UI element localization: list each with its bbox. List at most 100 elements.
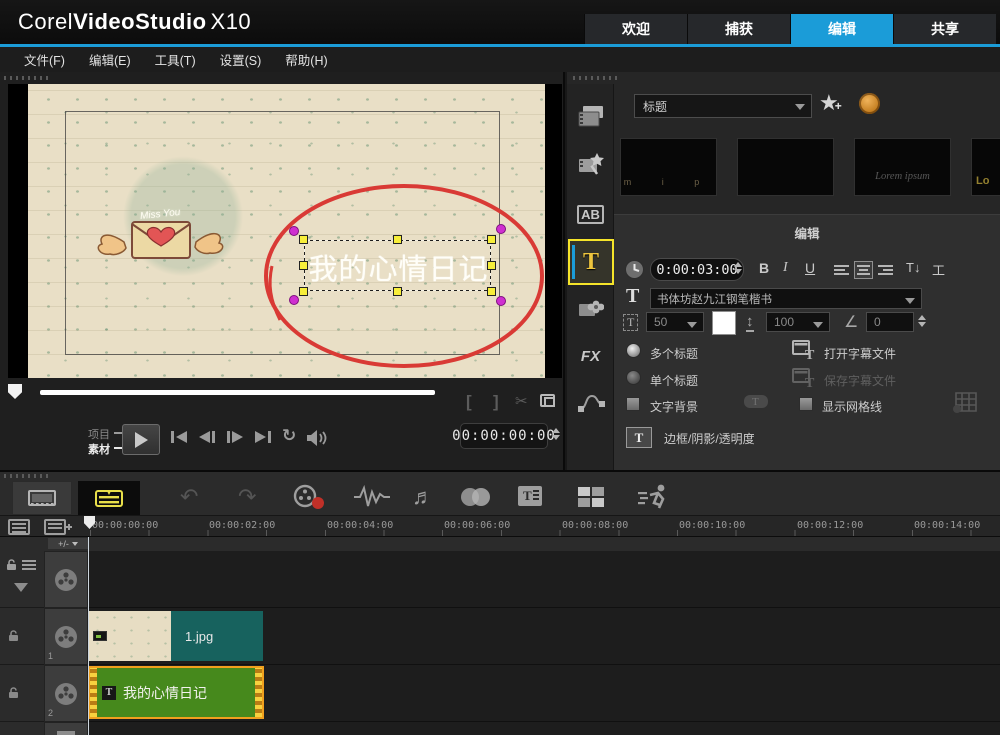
previous-frame-button[interactable] [196, 429, 218, 445]
text-backdrop-checkbox[interactable] [626, 397, 640, 411]
overlay-1-lane[interactable]: 1.jpg [88, 608, 1000, 665]
preview-title-text[interactable]: 我的心情日记 [306, 246, 491, 288]
lock-icon[interactable] [8, 630, 19, 642]
trim-handle-right[interactable] [255, 668, 262, 717]
overlay-2-header[interactable]: 2 [44, 665, 88, 722]
go-to-start-button[interactable] [168, 429, 190, 445]
panel-grip[interactable] [4, 474, 50, 478]
timecode-spinner[interactable] [552, 428, 560, 440]
tab-edit[interactable]: 编辑 [790, 14, 893, 44]
open-subtitle-icon[interactable]: T [792, 339, 818, 361]
scrubber-track[interactable] [40, 390, 435, 395]
single-title-label[interactable]: 单个标题 [650, 372, 698, 389]
align-center-button[interactable] [854, 261, 873, 279]
track-zoom-chip[interactable]: +/- [48, 538, 88, 549]
repeat-button[interactable]: ↻ [282, 426, 296, 446]
record-capture-icon[interactable] [292, 484, 326, 510]
track-manager-icon[interactable] [8, 518, 36, 536]
angle-spinner[interactable] [918, 315, 926, 327]
vertical-text-button[interactable]: T↓ [906, 260, 920, 275]
mark-out-button[interactable]: ] [493, 392, 499, 412]
overlay-effects-icon[interactable] [458, 486, 494, 508]
font-color-swatch[interactable] [712, 311, 736, 335]
add-track-icon[interactable] [44, 518, 72, 536]
mode-clip-label[interactable]: 素材 [88, 441, 110, 457]
resize-handle[interactable] [487, 235, 496, 244]
filter-category-icon[interactable]: FX [567, 338, 614, 374]
open-subtitle-label[interactable]: 打开字幕文件 [824, 345, 896, 362]
trim-handle-left[interactable] [90, 668, 97, 717]
menu-edit[interactable]: 编辑(E) [89, 50, 131, 69]
title-template-thumb-2[interactable] [737, 138, 834, 196]
volume-button[interactable] [306, 429, 330, 447]
media-category-icon[interactable] [567, 98, 614, 134]
rotate-handle[interactable] [496, 296, 506, 306]
resize-handle[interactable] [299, 261, 308, 270]
partial-track-lane[interactable] [88, 722, 1000, 735]
bold-button[interactable]: B [759, 260, 769, 276]
overlay-1-header[interactable]: 1 [44, 608, 88, 665]
split-clip-icon[interactable]: ✂ [515, 392, 528, 410]
multiple-titles-label[interactable]: 多个标题 [650, 345, 698, 362]
rotate-handle[interactable] [289, 295, 299, 305]
track-list-icon[interactable] [22, 559, 36, 571]
text-direction-button[interactable]: 工 [932, 260, 945, 279]
filter-gallery-icon[interactable] [859, 93, 880, 114]
line-spacing-dropdown[interactable]: 100 [766, 312, 830, 332]
font-size-dropdown[interactable]: 50 [646, 312, 704, 332]
title-clip-selected[interactable]: T 我的心情日记 [88, 666, 264, 719]
duration-field[interactable]: 0:00:03:00 [650, 258, 744, 281]
align-right-button[interactable] [876, 261, 895, 279]
font-family-dropdown[interactable]: 书体坊赵九江钢笔楷书 [650, 288, 922, 309]
mode-project-label[interactable]: 项目 [88, 426, 110, 442]
menu-file[interactable]: 文件(F) [24, 50, 65, 69]
title-template-thumb-3[interactable]: Lorem ipsum [854, 138, 951, 196]
storyboard-view-button[interactable] [12, 481, 72, 515]
italic-button[interactable]: I [783, 260, 788, 276]
instant-project-icon[interactable] [567, 146, 614, 182]
menu-tools[interactable]: 工具(T) [155, 50, 196, 69]
next-frame-button[interactable] [224, 429, 246, 445]
menu-help[interactable]: 帮助(H) [285, 50, 327, 69]
add-to-favorites-icon[interactable]: ★+ [819, 90, 842, 116]
single-title-radio[interactable] [626, 370, 641, 385]
subtitle-editor-icon[interactable]: T [516, 484, 546, 510]
underline-button[interactable]: U [805, 260, 815, 276]
overlay-2-lane[interactable]: T 我的心情日记 [88, 665, 1000, 722]
collapse-tracks-icon[interactable] [14, 583, 28, 592]
motion-path-category-icon[interactable] [567, 384, 614, 420]
split-screen-template-icon[interactable] [576, 485, 606, 509]
title-template-thumb-1[interactable]: m i p [620, 138, 717, 196]
video-track-lane[interactable] [88, 551, 1000, 608]
resize-handle[interactable] [487, 261, 496, 270]
auto-music-icon[interactable]: ♬ [412, 484, 434, 510]
mark-in-button[interactable]: [ [466, 392, 472, 412]
multiple-titles-radio[interactable] [626, 343, 641, 358]
scrubber-marker[interactable] [8, 384, 22, 399]
text-backdrop-label[interactable]: 文字背景 [650, 398, 698, 415]
enlarge-preview-icon[interactable] [540, 394, 555, 407]
lock-icon[interactable] [6, 559, 17, 571]
sound-mixer-icon[interactable] [352, 484, 392, 510]
image-clip-1jpg[interactable]: 1.jpg [89, 611, 263, 661]
tab-welcome[interactable]: 欢迎 [584, 14, 687, 44]
resize-handle[interactable] [299, 235, 308, 244]
go-to-end-button[interactable] [252, 429, 274, 445]
tab-share[interactable]: 共享 [893, 14, 996, 44]
resize-handle[interactable] [393, 287, 402, 296]
align-left-button[interactable] [832, 261, 851, 279]
gallery-dropdown[interactable]: 标题 [634, 94, 812, 118]
show-grid-checkbox[interactable] [799, 397, 813, 411]
lock-icon[interactable] [8, 687, 19, 699]
timeline-ruler[interactable]: 00:00:00:00 00:00:02:00 00:00:04:00 00:0… [0, 515, 1000, 537]
play-button[interactable] [122, 424, 160, 455]
duration-spinner[interactable] [734, 262, 742, 274]
resize-handle[interactable] [393, 235, 402, 244]
transition-category-icon[interactable]: AB [567, 196, 614, 232]
panel-grip[interactable] [4, 76, 50, 80]
resize-handle[interactable] [299, 287, 308, 296]
title-category-button-selected[interactable]: T [568, 239, 614, 285]
resize-handle[interactable] [487, 287, 496, 296]
graphics-category-icon[interactable] [567, 290, 614, 326]
panel-grip[interactable] [573, 76, 619, 80]
